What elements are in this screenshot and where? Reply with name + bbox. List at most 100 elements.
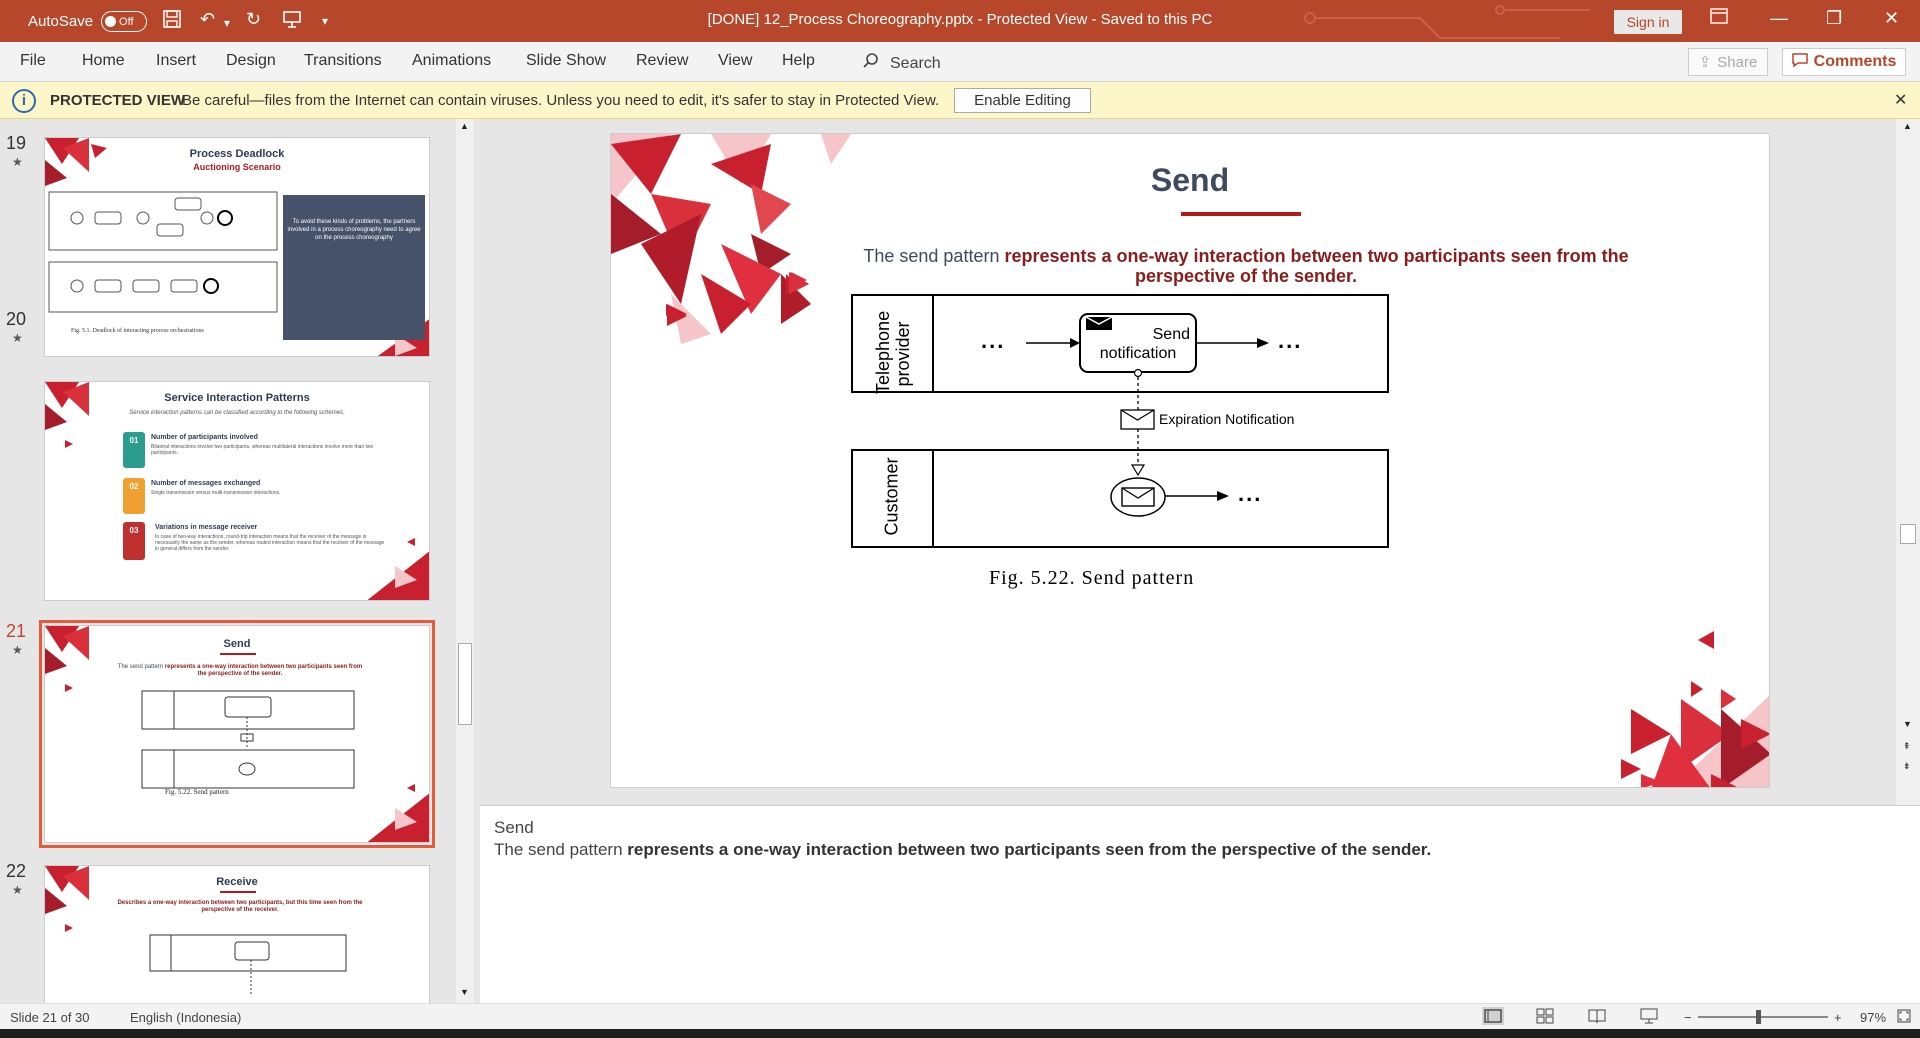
tab-slide-show[interactable]: Slide Show (526, 52, 606, 70)
status-bar: Slide 21 of 30 English (Indonesia) − + 9… (0, 1003, 1920, 1029)
thumbnail-caption: Fig. 5.1. Deadlock of interacting proces… (71, 328, 204, 334)
share-button[interactable]: ⇪ Share (1688, 48, 1768, 76)
share-icon: ⇪ (1698, 54, 1712, 71)
thumbnail-subtitle: Service interaction patterns can be clas… (129, 410, 345, 416)
thumbnail-caption: Fig. 5.22. Send pattern (165, 788, 229, 796)
protected-view-bar: i PROTECTED VIEW Be careful—files from t… (0, 82, 1920, 119)
search-icon (862, 52, 880, 75)
sign-in-button[interactable]: Sign in (1614, 10, 1682, 34)
tab-view[interactable]: View (718, 52, 752, 70)
tab-insert[interactable]: Insert (156, 52, 196, 70)
item-text: Bilateral interactions involve two parti… (151, 444, 374, 456)
current-slide[interactable]: Send The send pattern represents a one-w… (610, 133, 1770, 788)
animation-star-icon: ★ (12, 643, 23, 657)
speaker-notes-pane[interactable]: Send The send pattern represents a one-w… (480, 805, 1920, 1003)
protected-view-label: PROTECTED VIEW (50, 92, 186, 109)
slideshow-view-icon[interactable] (1640, 1008, 1658, 1027)
item-number-badge: 02 (123, 478, 145, 514)
item-text: Single transmission versus multi-transmi… (151, 490, 281, 496)
zoom-level[interactable]: 97% (1860, 1010, 1886, 1025)
tab-home[interactable]: Home (82, 52, 125, 70)
thumbnail-number: 19 (6, 133, 27, 153)
ribbon-display-icon[interactable] (1710, 8, 1728, 29)
search-label: Search (890, 54, 941, 72)
thumbnail-number: 22 (6, 861, 27, 881)
previous-slide-icon[interactable]: ⇞ (1903, 741, 1911, 752)
zoom-out-icon[interactable]: − (1684, 1010, 1692, 1025)
thumbnail-number: 21 (6, 621, 27, 641)
tab-file[interactable]: File (20, 52, 46, 70)
thumbnail-underline (220, 653, 256, 655)
item-heading: Number of messages exchanged (151, 480, 261, 487)
thumbnail-title: Service Interaction Patterns (164, 392, 310, 404)
tab-review[interactable]: Review (636, 52, 688, 70)
item-heading: Variations in message receiver (155, 524, 258, 531)
next-slide-icon[interactable]: ⇟ (1903, 761, 1911, 772)
title-bar: AutoSave Off ↶ ▾ ↻ ▾ [DONE] 12_Process C… (0, 0, 1920, 42)
thumbnail-subtitle: The send pattern represents a one-way in… (117, 664, 363, 677)
decorative-triangles-bottom-right (1621, 681, 1769, 787)
animation-star-icon: ★ (12, 331, 23, 345)
fit-slide-icon[interactable] (1896, 1008, 1912, 1027)
item-number-badge: 01 (123, 432, 145, 468)
thumbnail-title: Send (223, 638, 251, 650)
title-underline (1181, 212, 1301, 216)
ellipsis-bottom: ... (1238, 481, 1263, 506)
scroll-down-icon[interactable]: ▼ (460, 987, 469, 997)
notes-line-2: The send pattern represents a one-way in… (494, 840, 1432, 859)
title-bar-pattern (1304, 5, 1590, 39)
item-text: In case of two-way interactions, round-t… (155, 534, 385, 552)
comment-icon (1791, 52, 1808, 72)
thumbnail-title: Process Deadlock (189, 148, 285, 160)
zoom-slider-track[interactable] (1698, 1016, 1828, 1018)
reading-view-icon[interactable] (1588, 1008, 1606, 1027)
slide-thumbnail-21[interactable]: Send The send pattern represents a one-w… (39, 620, 435, 848)
task-label-line2: notification (1099, 345, 1177, 362)
close-message-bar-icon[interactable]: ✕ (1894, 90, 1907, 110)
thumbnail-diagram (149, 934, 347, 994)
enable-editing-button[interactable]: Enable Editing (954, 88, 1091, 113)
slide-thumbnail-pane: 19 ★ Process Deadlock Auctioning Scenari… (0, 119, 460, 1003)
language-indicator[interactable]: English (Indonesia) (130, 1010, 241, 1025)
slide-scrollbar[interactable]: ▲ ▼ ⇞ ⇟ (1896, 119, 1920, 805)
task-label-line1: Send (1152, 326, 1190, 343)
figure-caption: Fig. 5.22. Send pattern (989, 567, 1195, 589)
ellipsis-right: ... (1278, 328, 1303, 353)
slide-thumbnail-20[interactable]: Service Interaction Patterns Service int… (44, 381, 430, 601)
info-shield-icon: i (12, 89, 36, 113)
minimize-icon[interactable]: — (1770, 8, 1788, 29)
slide-graphics (611, 134, 1769, 787)
slide-sorter-icon[interactable] (1536, 1008, 1554, 1027)
scroll-up-icon[interactable]: ▲ (460, 121, 469, 131)
thumbnail-diagram (48, 191, 278, 313)
thumbnail-side-text: To avoid these kinds of problems, the pa… (287, 219, 421, 241)
tab-design[interactable]: Design (226, 52, 276, 70)
tab-animations[interactable]: Animations (412, 52, 491, 70)
slide-title: Send (1150, 162, 1230, 198)
thumbnail-subtitle: Describes a one-way interaction between … (117, 900, 363, 913)
protected-view-message: Be careful—files from the Internet can c… (182, 92, 940, 109)
close-window-icon[interactable]: ✕ (1884, 8, 1899, 29)
pool-label-telephone-provider: Telephone provider (873, 310, 913, 394)
thumbnail-scrollbar[interactable]: ▲ ▼ (456, 119, 474, 1003)
item-number-badge: 03 (123, 522, 145, 560)
normal-view-icon[interactable] (1482, 1007, 1504, 1028)
restore-icon[interactable]: ❐ (1826, 8, 1842, 29)
tab-help[interactable]: Help (782, 52, 815, 70)
zoom-slider-thumb[interactable] (1756, 1010, 1761, 1024)
message-label: Expiration Notification (1159, 411, 1295, 427)
scrollbar-thumb[interactable] (458, 643, 472, 725)
scroll-down-icon[interactable]: ▼ (1903, 719, 1912, 729)
ribbon-tabs: File Home Insert Design Transitions Anim… (0, 42, 1920, 82)
slide-subtitle: The send pattern represents a one-way in… (863, 246, 1629, 286)
thumbnail-subtitle: Auctioning Scenario (193, 162, 281, 172)
thumbnail-underline (220, 891, 256, 893)
search-box[interactable]: Search (862, 52, 941, 75)
comments-button[interactable]: Comments (1782, 48, 1906, 76)
slide-thumbnail-22[interactable]: Receive Describes a one-way interaction … (44, 865, 430, 1003)
zoom-in-icon[interactable]: + (1834, 1010, 1842, 1025)
scrollbar-thumb[interactable] (1900, 524, 1916, 544)
scroll-up-icon[interactable]: ▲ (1903, 121, 1912, 131)
tab-transitions[interactable]: Transitions (304, 52, 382, 70)
slide-thumbnail-19[interactable]: Process Deadlock Auctioning Scenario To … (44, 137, 430, 357)
